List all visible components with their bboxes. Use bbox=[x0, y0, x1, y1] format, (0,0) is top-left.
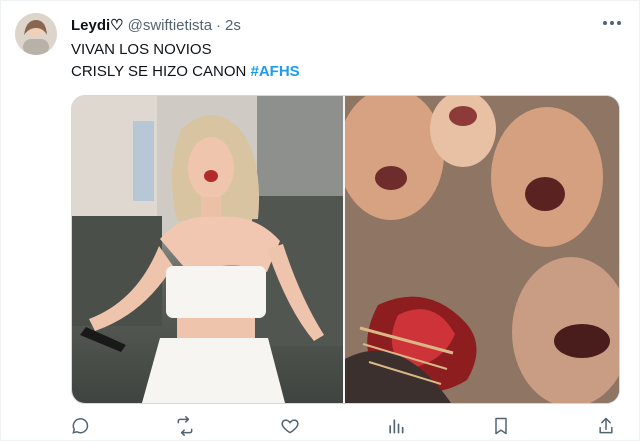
crying-faces-collage bbox=[345, 96, 619, 403]
media-image-left[interactable] bbox=[72, 96, 343, 403]
woman-crying-photo bbox=[72, 96, 343, 403]
media-grid[interactable] bbox=[71, 95, 620, 404]
analytics-icon bbox=[388, 419, 404, 434]
user-handle[interactable]: @swiftietista bbox=[128, 17, 212, 34]
heart-icon bbox=[281, 419, 299, 434]
separator-dot: · bbox=[216, 16, 222, 34]
more-horizontal-icon bbox=[603, 21, 607, 25]
tweet-text-line-1: VIVAN LOS NOVIOS bbox=[71, 41, 212, 58]
timestamp[interactable]: 2s bbox=[225, 17, 241, 34]
bookmark-button[interactable] bbox=[490, 415, 512, 437]
hashtag-link[interactable]: #AFHS bbox=[250, 63, 299, 80]
tweet-text: VIVAN LOS NOVIOS CRISLY SE HIZO CANON #A… bbox=[71, 39, 300, 83]
avatar[interactable] bbox=[15, 13, 57, 55]
like-button[interactable] bbox=[279, 415, 301, 437]
tweet-text-line-2: CRISLY SE HIZO CANON #AFHS bbox=[71, 61, 300, 83]
more-options-button[interactable] bbox=[599, 13, 625, 33]
reply-button[interactable] bbox=[69, 415, 91, 437]
avatar-image bbox=[15, 13, 57, 55]
display-name[interactable]: Leydi♡ bbox=[71, 16, 124, 34]
bookmark-icon bbox=[495, 417, 507, 435]
tweet-header: Leydi♡ @swiftietista · 2s bbox=[71, 15, 241, 35]
views-button[interactable] bbox=[385, 415, 407, 437]
retweet-button[interactable] bbox=[174, 415, 196, 437]
reply-icon bbox=[72, 418, 89, 434]
retweet-icon bbox=[177, 416, 193, 436]
media-image-right[interactable] bbox=[345, 96, 619, 403]
tweet-text-line-2-prefix: CRISLY SE HIZO CANON bbox=[71, 63, 251, 80]
share-button[interactable] bbox=[595, 415, 617, 437]
tweet-actions-bar bbox=[69, 415, 617, 437]
share-icon bbox=[599, 417, 613, 434]
tweet-card[interactable]: Leydi♡ @swiftietista · 2s VIVAN LOS NOVI… bbox=[0, 0, 640, 441]
